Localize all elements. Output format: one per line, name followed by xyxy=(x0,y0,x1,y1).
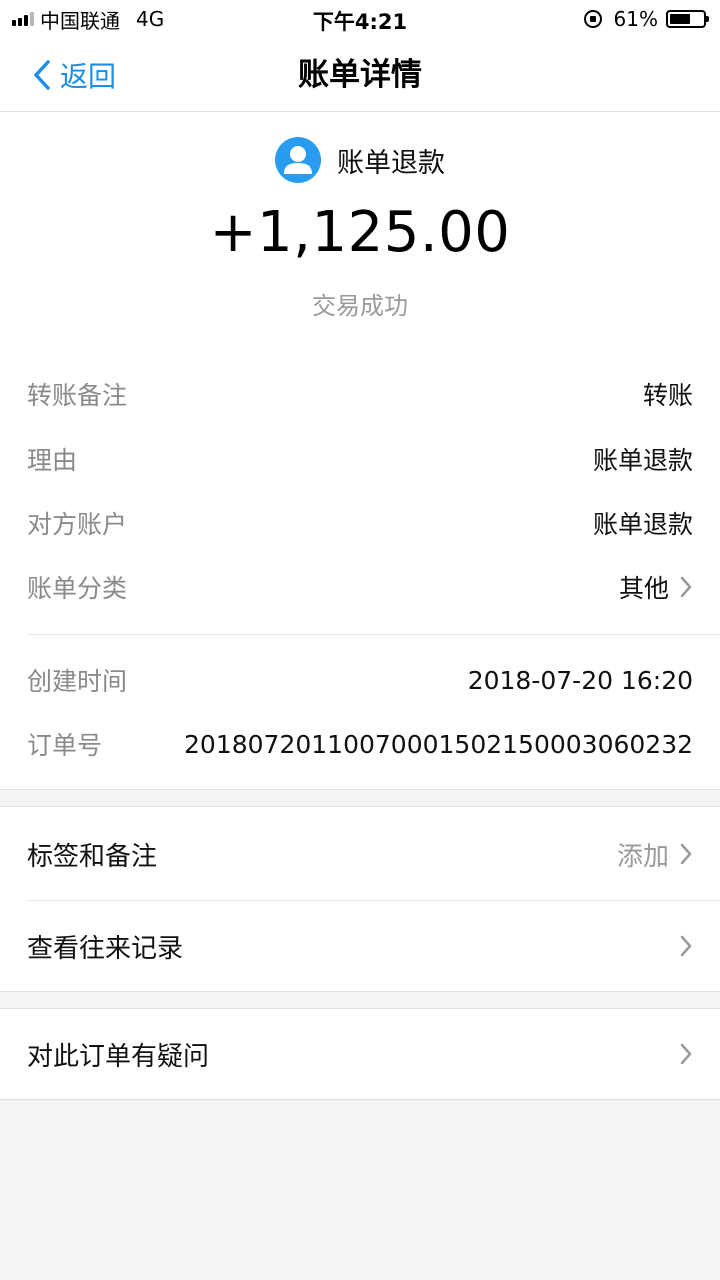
detail-key: 创建时间 xyxy=(27,667,128,696)
detail-row-remark: 转账备注 转账 xyxy=(27,374,693,414)
detail-row-counterparty: 对方账户 账单退款 xyxy=(27,503,693,543)
detail-value: 账单退款 xyxy=(592,446,693,475)
order-question-item[interactable]: 对此订单有疑问 xyxy=(27,1009,693,1099)
rotation-lock-icon xyxy=(583,10,602,28)
transaction-amount: +1,125.00 xyxy=(209,200,511,265)
page-title: 账单详情 xyxy=(298,57,422,93)
chevron-right-icon xyxy=(680,1043,692,1065)
tags-and-notes-item[interactable]: 标签和备注 添加 xyxy=(27,809,693,899)
detail-row-category[interactable]: 账单分类 其他 xyxy=(27,567,693,607)
menu-label: 标签和备注 xyxy=(27,841,158,872)
add-action: 添加 xyxy=(616,841,669,872)
menu-right xyxy=(669,934,693,958)
payee-name: 账单退款 xyxy=(337,147,445,179)
bill-detail-card: 账单退款 +1,125.00 交易成功 转账备注 转账 理由 账单退款 对方账户… xyxy=(0,112,720,790)
menu-right: 添加 xyxy=(617,836,693,873)
detail-key: 订单号 xyxy=(27,731,103,760)
status-right: 61% xyxy=(583,7,709,31)
detail-key: 理由 xyxy=(27,446,78,475)
nav-bar: 返回 账单详情 xyxy=(0,38,720,112)
detail-key: 对方账户 xyxy=(27,510,128,539)
transaction-status: 交易成功 xyxy=(312,292,408,320)
detail-key: 转账备注 xyxy=(27,381,128,410)
chevron-right-icon xyxy=(680,576,692,598)
view-history-item[interactable]: 查看往来记录 xyxy=(27,901,693,991)
detail-value: 2018072011007000150215000306023​2 xyxy=(184,729,693,759)
user-icon xyxy=(284,146,312,174)
battery-percent: 61% xyxy=(613,7,658,31)
battery-fill xyxy=(670,14,690,24)
avatar xyxy=(275,137,321,183)
chevron-right-icon xyxy=(680,935,692,957)
chevron-right-icon xyxy=(680,843,692,865)
status-bar: 中国联通 4G 下午4:21 61% xyxy=(0,0,720,38)
menu-card-question: 对此订单有疑问 xyxy=(0,1008,720,1100)
detail-value: 2018-07-20 16:20 xyxy=(467,665,693,695)
battery-icon xyxy=(666,10,709,28)
detail-value: 转账 xyxy=(642,381,693,410)
detail-row-created-time: 创建时间 2018-07-20 16:20 xyxy=(27,660,693,700)
detail-value: 其他 xyxy=(618,574,669,603)
detail-row-order-number: 订单号 2018072011007000150215000306023​2 xyxy=(27,724,693,764)
detail-key: 账单分类 xyxy=(27,574,128,603)
menu-label: 查看往来记录 xyxy=(27,933,184,964)
detail-value: 账单退款 xyxy=(592,510,693,539)
payee-header: 账单退款 xyxy=(0,136,720,184)
menu-label: 对此订单有疑问 xyxy=(27,1041,210,1072)
category-value-wrap: 其他 xyxy=(619,569,693,605)
detail-row-reason: 理由 账单退款 xyxy=(27,439,693,479)
section-divider xyxy=(27,634,720,635)
menu-card-tags: 标签和备注 添加 查看往来记录 xyxy=(0,806,720,992)
menu-right xyxy=(669,1042,693,1066)
